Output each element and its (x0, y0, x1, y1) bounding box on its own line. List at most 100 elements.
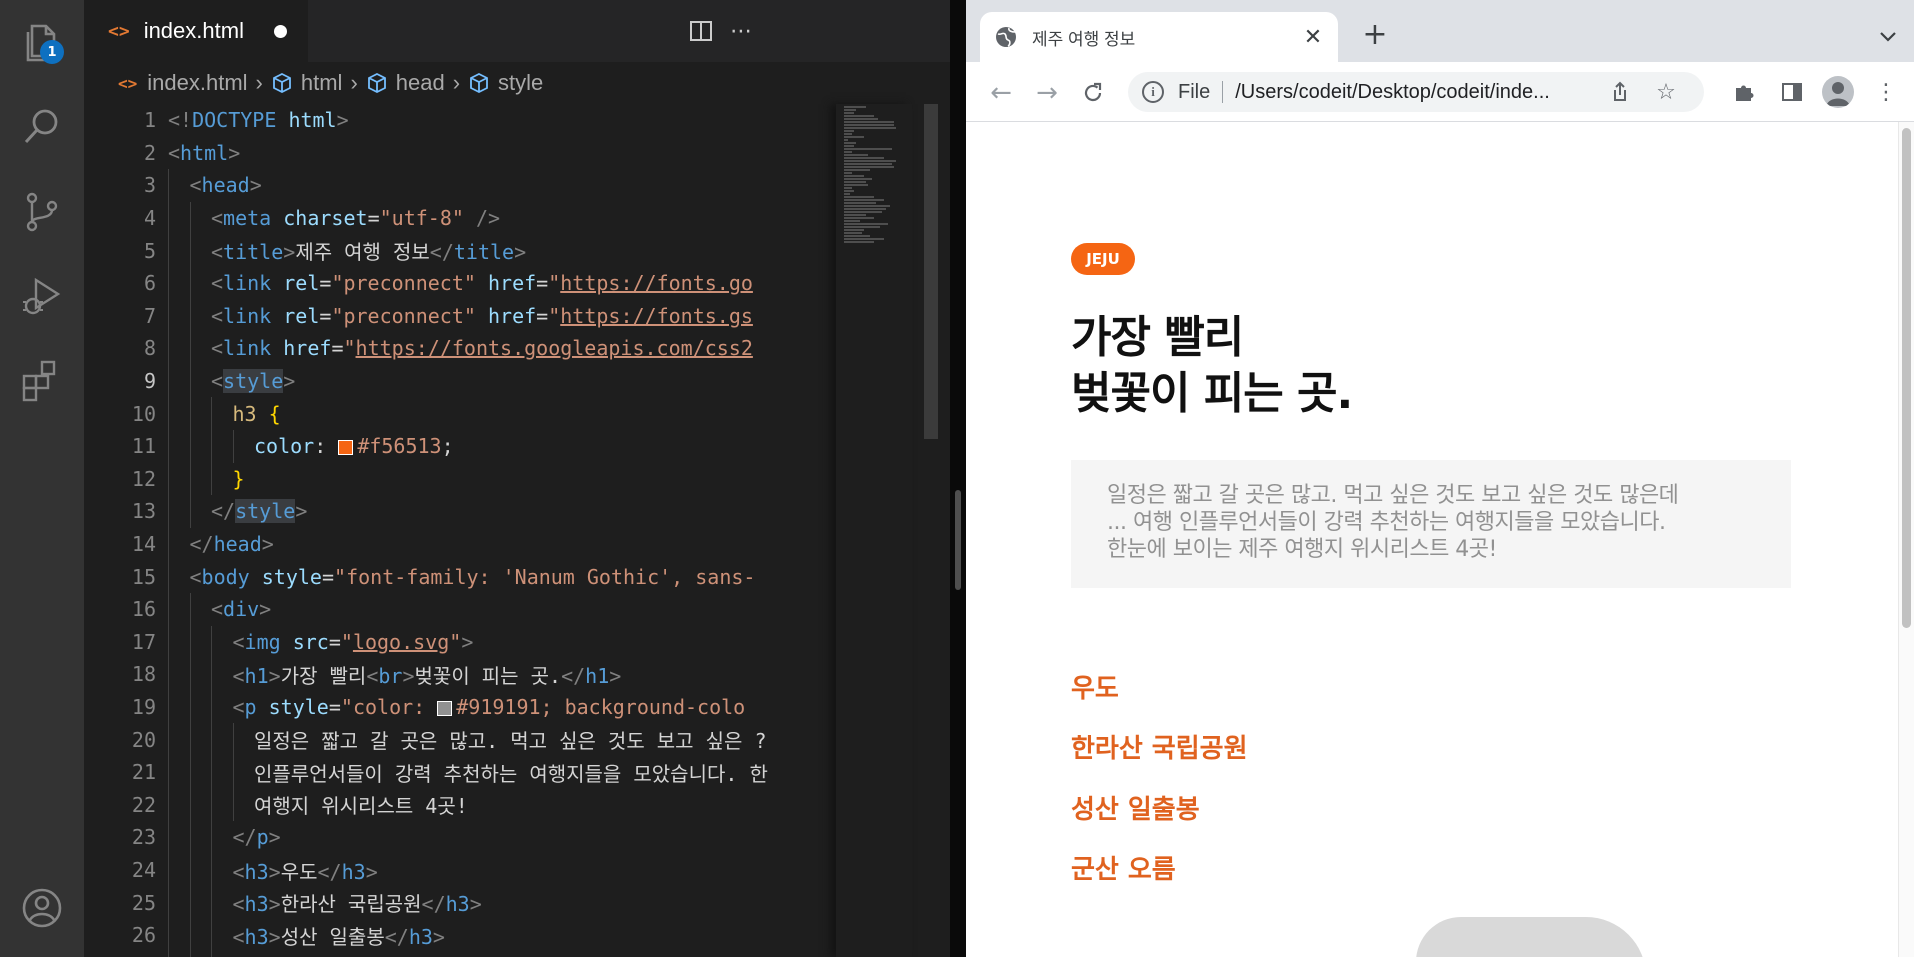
indent-guide (189, 495, 191, 528)
url-text[interactable]: /Users/codeit/Desktop/codeit/inde... (1235, 81, 1550, 104)
more-actions-icon[interactable]: ⋯ (724, 14, 758, 48)
extensions-icon[interactable] (18, 356, 66, 404)
minimap-line (844, 127, 896, 129)
address-bar[interactable]: i File /Users/codeit/Desktop/codeit/inde… (1128, 72, 1704, 112)
code-line[interactable]: 4 <meta charset="utf-8" /> (84, 201, 836, 235)
page-scrollbar-thumb[interactable] (1902, 128, 1911, 628)
code-line[interactable]: 24 <h3>우도</h3> (84, 853, 836, 887)
minimap-line (844, 226, 880, 228)
indent-guide (189, 658, 191, 691)
editor-scrollbar[interactable] (924, 104, 938, 439)
breadcrumb-head[interactable]: head (366, 70, 445, 96)
code-line[interactable]: 21 인플루언서들이 강력 추천하는 여행지들을 모았습니다. 한 (84, 756, 836, 789)
code-line[interactable]: 20 일정은 짧고 갈 곳은 많고. 먹고 싶은 것도 보고 싶은 ? (84, 723, 836, 756)
bookmark-star-icon[interactable]: ☆ (1654, 80, 1678, 105)
browser-tab[interactable]: 제주 여행 정보 ✕ (980, 12, 1338, 62)
code-token: #f56513 (357, 434, 442, 459)
code-editor[interactable]: 1 <!DOCTYPE html> 2 <html> 3 <head> 4 <meta cha… (84, 104, 836, 957)
code-text: <!DOCTYPE html> (168, 108, 349, 132)
search-icon[interactable] (18, 102, 66, 150)
intro-line: ... 여행 인플루언서들이 강력 추천하는 여행지들을 모았습니다. (1107, 510, 1666, 535)
extensions-puzzle-icon[interactable] (1730, 78, 1758, 106)
code-line[interactable]: 26 <h3>성산 일출봉</h3> (84, 919, 836, 952)
code-line[interactable]: 17 <img src="logo.svg"> (84, 625, 836, 659)
line-number: 12 (131, 466, 156, 491)
minimap-line (844, 241, 874, 243)
code-line[interactable]: 2 <html> (84, 137, 836, 170)
line-number: 23 (131, 825, 156, 850)
breadcrumb-label: html (300, 70, 343, 95)
code-line[interactable]: 9 <style> (84, 364, 836, 398)
code-token: = (328, 695, 341, 720)
account-icon[interactable] (18, 884, 66, 932)
code-text: 여행지 위시리스트 4곳! (254, 790, 468, 819)
new-tab-plus-icon[interactable]: + (1360, 20, 1390, 52)
breadcrumb-file[interactable]: <> index.html (118, 70, 248, 96)
breadcrumb-style[interactable]: style (468, 70, 543, 96)
share-icon[interactable] (1608, 80, 1632, 104)
code-token: </ (232, 825, 257, 850)
minimap-line (844, 184, 868, 186)
back-arrow-icon[interactable]: ← (986, 78, 1016, 108)
code-line[interactable]: 11 color: #f56513; (84, 430, 836, 463)
code-line[interactable]: 3 <head> (84, 169, 836, 202)
minimap-line (844, 202, 876, 204)
side-panel-icon[interactable] (1778, 78, 1806, 106)
minimap-line (844, 232, 862, 234)
code-line[interactable]: 15 <body style="font-family: 'Nanum Gothi… (84, 560, 836, 593)
code-line[interactable]: 7 <link rel="preconnect" href="https://fo… (84, 299, 836, 333)
code-line[interactable]: 18 <h1>가장 빨리<br>벚꽃이 피는 곳.</h1> (84, 658, 836, 691)
code-token: = (321, 564, 335, 589)
html-file-icon: <> (118, 73, 138, 93)
code-line[interactable]: 25 <h3>한라산 국립공원</h3> (84, 886, 836, 919)
code-token: < (168, 140, 181, 165)
code-token: 한라산 국립공원 (280, 892, 422, 917)
code-line[interactable]: 6 <link rel="preconnect" href="https://fo… (84, 267, 836, 300)
run-debug-icon[interactable] (18, 272, 66, 320)
indent-guide (189, 756, 191, 789)
code-line[interactable]: 22 여행지 위시리스트 4곳! (84, 788, 836, 822)
code-text: </style> (211, 499, 307, 524)
minimap[interactable] (836, 104, 912, 957)
code-line[interactable]: 5 <title>제주 여행 정보</title> (84, 234, 836, 267)
code-line[interactable]: 16 <div> (84, 593, 836, 626)
kebab-menu-icon[interactable]: ⋮ (1872, 78, 1900, 106)
indent-guide (189, 397, 191, 430)
indent-guide (189, 919, 191, 952)
code-line[interactable]: 27<h3>군산 오름</h3> (84, 951, 836, 957)
reload-icon[interactable] (1078, 78, 1108, 108)
code-token: h1 (585, 663, 610, 688)
minimap-line (844, 142, 856, 144)
indent-guide (211, 658, 212, 691)
close-icon[interactable]: ✕ (1300, 24, 1326, 50)
code-line[interactable]: 10 h3 { (84, 397, 836, 430)
unsaved-dot-icon[interactable] (273, 24, 287, 38)
place-heading: 한라산 국립공원 (1071, 734, 1248, 764)
explorer-icon[interactable]: 1 (18, 18, 66, 66)
code-line[interactable]: 12} (84, 462, 836, 496)
code-token: < (232, 892, 245, 917)
code-token: html (180, 140, 229, 165)
code-line[interactable]: 19 <p style="color: #919191; background-c… (84, 690, 836, 724)
indent-guide (211, 625, 212, 659)
code-token: rel (283, 271, 320, 296)
line-number: 3 (143, 173, 156, 198)
info-icon[interactable]: i (1142, 81, 1164, 103)
code-line[interactable]: 1 <!DOCTYPE html> (84, 104, 836, 137)
breadcrumb-html[interactable]: html (271, 70, 343, 96)
chevron-down-icon[interactable] (1876, 24, 1900, 48)
split-editor-icon[interactable] (684, 14, 718, 48)
code-line[interactable]: 23 </p> (84, 821, 836, 854)
forward-arrow-icon[interactable]: → (1032, 78, 1062, 108)
code-token: < (211, 303, 224, 328)
source-control-icon[interactable] (18, 188, 66, 236)
line-number: 15 (131, 564, 156, 589)
code-line[interactable]: 13 </style> (84, 495, 836, 528)
profile-avatar[interactable] (1822, 76, 1854, 108)
split-drag-handle[interactable] (955, 490, 961, 590)
tab-index-html[interactable]: <> index.html (84, 0, 308, 62)
code-line[interactable]: 14 </head> (84, 527, 836, 561)
code-line[interactable]: 8 <link href="https://fonts.googleapis.co… (84, 332, 836, 365)
